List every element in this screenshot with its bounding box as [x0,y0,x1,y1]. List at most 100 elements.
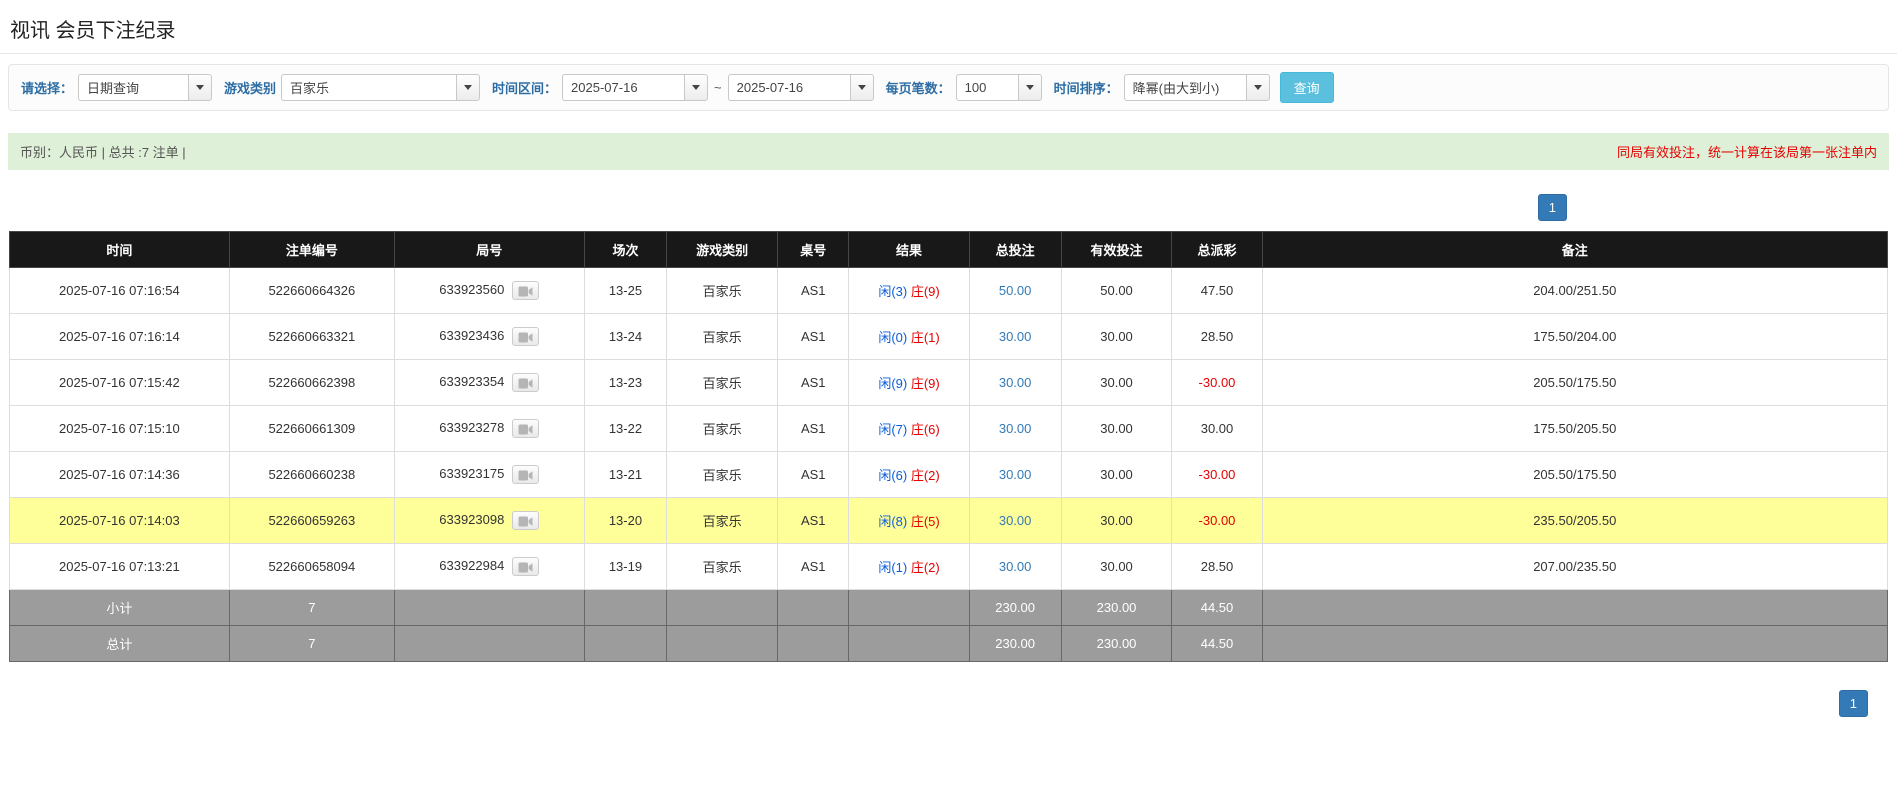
result-player: 闲(1) [878,560,907,575]
total-row: 总计7230.00230.0044.50 [10,626,1888,662]
summary-empty-cell [667,626,778,662]
date-from-combo [562,74,708,101]
total-bet-link[interactable]: 30.00 [999,513,1032,528]
total-bet-link[interactable]: 30.00 [999,559,1032,574]
search-button[interactable]: 查询 [1280,72,1334,103]
chevron-down-icon [1026,85,1034,90]
summary-count: 7 [229,626,394,662]
cell-time: 2025-07-16 07:14:36 [10,452,230,498]
cell-game-type: 百家乐 [667,268,778,314]
total-bet-link[interactable]: 30.00 [999,329,1032,344]
date-to-input[interactable] [728,74,850,101]
summary-total-bet: 230.00 [969,626,1061,662]
result-player: 闲(3) [878,284,907,299]
cell-payout: 47.50 [1172,268,1262,314]
result-player: 闲(8) [878,514,907,529]
cell-game-type: 百家乐 [667,498,778,544]
date-to-dropdown-button[interactable] [850,74,874,101]
video-icon [518,285,533,298]
select-type-dropdown-button[interactable] [188,74,212,101]
cell-session: 13-25 [584,268,667,314]
select-type-input[interactable] [78,74,188,101]
column-header: 有效投注 [1061,232,1172,268]
summary-empty-cell [584,626,667,662]
date-from-input[interactable] [562,74,684,101]
sort-order-label: 时间排序： [1054,78,1119,97]
cell-valid-bet: 30.00 [1061,544,1172,590]
round-number: 633923175 [439,466,504,481]
summary-bar: 币别：人民币 | 总共 :7 注单 | 同局有效投注，统一计算在该局第一张注单内 [8,133,1889,170]
round-detail-button[interactable] [512,281,539,300]
summary-payout: 44.50 [1172,626,1262,662]
cell-payout: -30.00 [1172,498,1262,544]
cell-table-no: AS1 [778,314,849,360]
chevron-down-icon [196,85,204,90]
cell-bet-id: 522660662398 [229,360,394,406]
round-detail-button[interactable] [512,511,539,530]
summary-empty-cell [394,626,584,662]
cell-valid-bet: 50.00 [1061,268,1172,314]
video-icon [518,515,533,528]
page-button[interactable]: 1 [1538,194,1567,221]
cell-round: 633923278 [394,406,584,452]
summary-empty-cell [394,590,584,626]
round-detail-button[interactable] [512,557,539,576]
page-size-dropdown-button[interactable] [1018,74,1042,101]
cell-result: 闲(7) 庄(6) [849,406,969,452]
bet-records-table: 时间注单编号局号场次游戏类别桌号结果总投注有效投注总派彩备注 2025-07-1… [9,231,1888,662]
date-to-combo [728,74,874,101]
result-player: 闲(7) [878,422,907,437]
cell-round: 633923560 [394,268,584,314]
video-icon [518,561,533,574]
summary-payout: 44.50 [1172,590,1262,626]
column-header: 局号 [394,232,584,268]
round-detail-button[interactable] [512,373,539,392]
cell-remark: 175.50/204.00 [1262,314,1887,360]
summary-count: 7 [229,590,394,626]
valid-bet-notice-text: 同局有效投注，统一计算在该局第一张注单内 [1617,142,1877,161]
sort-order-input[interactable] [1124,74,1246,101]
summary-valid-bet: 230.00 [1061,626,1172,662]
round-detail-button[interactable] [512,465,539,484]
cell-valid-bet: 30.00 [1061,360,1172,406]
game-type-input[interactable] [281,74,456,101]
cell-valid-bet: 30.00 [1061,314,1172,360]
page-button[interactable]: 1 [1839,690,1868,717]
page-size-label: 每页笔数： [886,78,951,97]
cell-session: 13-20 [584,498,667,544]
round-detail-button[interactable] [512,419,539,438]
cell-bet-id: 522660661309 [229,406,394,452]
chevron-down-icon [1254,85,1262,90]
pagination-top: 1 [0,194,1567,221]
cell-table-no: AS1 [778,544,849,590]
game-type-label: 游戏类别 [224,78,276,97]
summary-empty-cell [778,590,849,626]
cell-session: 13-22 [584,406,667,452]
cell-total-bet: 30.00 [969,314,1061,360]
total-bet-link[interactable]: 30.00 [999,467,1032,482]
cell-remark: 205.50/175.50 [1262,360,1887,406]
game-type-dropdown-button[interactable] [456,74,480,101]
column-header: 结果 [849,232,969,268]
time-range-label: 时间区间： [492,78,557,97]
summary-valid-bet: 230.00 [1061,590,1172,626]
round-detail-button[interactable] [512,327,539,346]
result-banker: 庄(9) [911,376,940,391]
cell-session: 13-23 [584,360,667,406]
total-bet-link[interactable]: 50.00 [999,283,1032,298]
page-size-input[interactable] [956,74,1018,101]
result-banker: 庄(9) [911,284,940,299]
sort-order-dropdown-button[interactable] [1246,74,1270,101]
pagination-bottom: 1 [0,690,1868,717]
date-from-dropdown-button[interactable] [684,74,708,101]
cell-round: 633923436 [394,314,584,360]
total-bet-link[interactable]: 30.00 [999,375,1032,390]
round-number: 633922984 [439,558,504,573]
total-bet-link[interactable]: 30.00 [999,421,1032,436]
cell-result: 闲(3) 庄(9) [849,268,969,314]
cell-payout: -30.00 [1172,452,1262,498]
cell-bet-id: 522660660238 [229,452,394,498]
cell-valid-bet: 30.00 [1061,498,1172,544]
summary-empty-cell [1262,626,1887,662]
column-header: 桌号 [778,232,849,268]
